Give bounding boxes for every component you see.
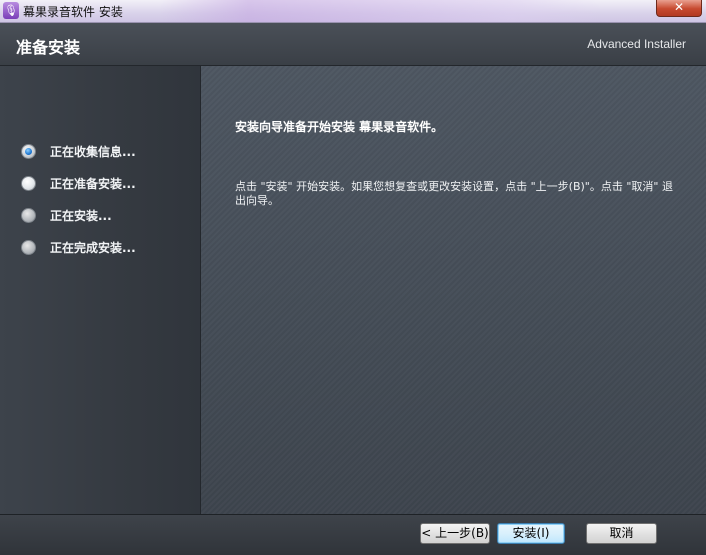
step-finishing: 正在完成安装...	[21, 238, 136, 256]
back-button[interactable]: < 上一步(B)	[420, 523, 490, 544]
steps-sidebar: 正在收集信息... 正在准备安装... 正在安装... 正在完成安装...	[0, 66, 201, 514]
step-label: 正在收集信息...	[50, 144, 136, 159]
brand-label: Advanced Installer	[587, 37, 686, 51]
title-bar-overlay	[160, 0, 600, 22]
content-panel: 安装向导准备开始安装 幕果录音软件。 点击 "安装" 开始安装。如果您想复查或更…	[201, 66, 706, 514]
microphone-icon: 🎙	[3, 2, 19, 19]
step-radio-icon	[21, 207, 36, 223]
content-body: 点击 "安装" 开始安装。如果您想复查或更改安装设置，点击 "上一步(B)"。点…	[235, 180, 673, 207]
step-radio-icon	[21, 175, 36, 191]
step-label: 正在完成安装...	[50, 240, 136, 255]
cancel-button[interactable]: 取消	[586, 523, 657, 544]
step-preparing: 正在准备安装...	[21, 174, 136, 192]
page-title: 准备安装	[16, 38, 81, 57]
step-collecting-info: 正在收集信息...	[21, 142, 136, 160]
content-heading: 安装向导准备开始安装 幕果录音软件。	[235, 120, 444, 134]
title-bar: 🎙 幕果录音软件 安装 ✕	[0, 0, 706, 23]
window-title: 幕果录音软件 安装	[23, 5, 123, 19]
step-label: 正在安装...	[50, 208, 112, 223]
close-button[interactable]: ✕	[656, 0, 702, 17]
install-button[interactable]: 安装(I)	[497, 523, 565, 544]
step-installing: 正在安装...	[21, 206, 112, 224]
wizard-header: 准备安装 Advanced Installer	[0, 23, 706, 66]
step-radio-icon	[21, 239, 36, 255]
wizard-footer: < 上一步(B) 安装(I) 取消	[0, 514, 706, 555]
step-label: 正在准备安装...	[50, 176, 136, 191]
step-radio-icon	[21, 143, 36, 159]
